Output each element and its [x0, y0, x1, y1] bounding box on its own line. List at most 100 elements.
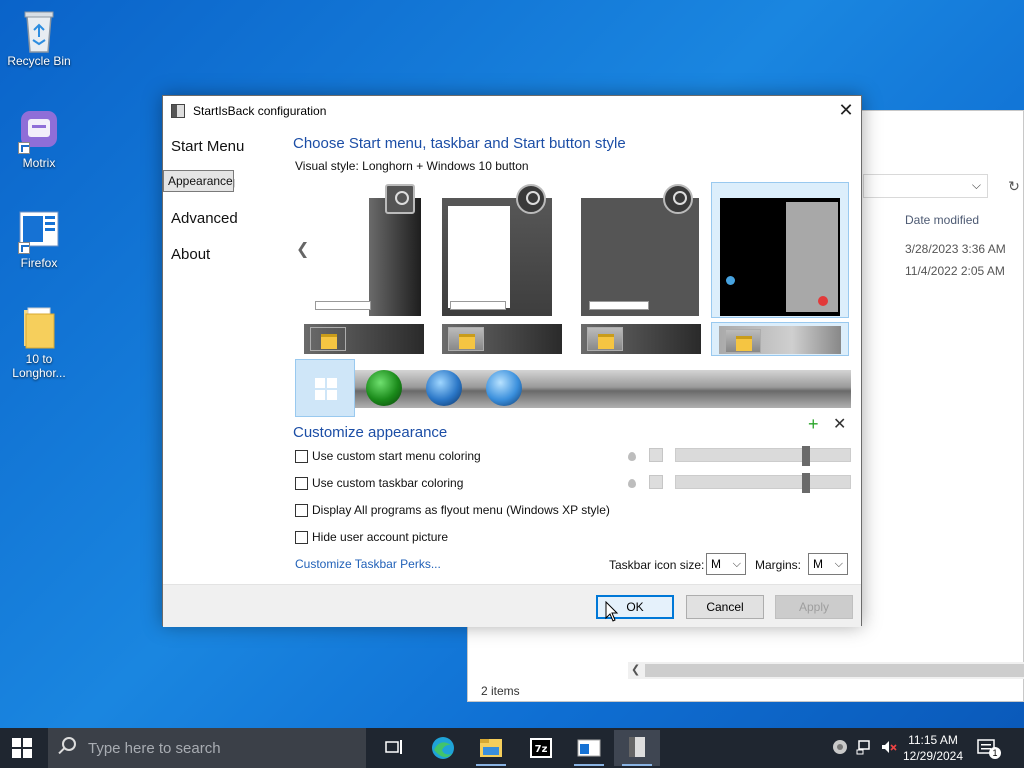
search-box-preview	[450, 301, 506, 310]
chevron-down-icon[interactable]: ⌵	[972, 178, 981, 193]
dialog-title: StartIsBack configuration	[193, 104, 327, 118]
taskbar-icon-size-select[interactable]: M ⌵	[706, 553, 746, 575]
taskbar: Type here to search 7z 11:15 AM 12/29/20…	[0, 728, 1024, 768]
chevron-down-icon: ⌵	[732, 558, 741, 570]
sidebar-item-appearance[interactable]: Appearance	[163, 170, 234, 192]
scroll-left-icon[interactable]: ❮	[631, 663, 640, 676]
taskbar-file-explorer[interactable]	[468, 730, 514, 766]
folder-icon	[18, 306, 60, 349]
start-button[interactable]	[12, 738, 32, 758]
scrollbar-thumb[interactable]	[645, 664, 1024, 677]
sidebar-item-about[interactable]: About	[163, 242, 287, 278]
checkbox-hide-user-picture[interactable]: Hide user account picture	[295, 530, 448, 544]
status-item-count: 2 items	[481, 684, 520, 698]
orb-preview-icon	[726, 276, 735, 285]
user-picture-icon	[385, 184, 415, 214]
list-item-date: 11/4/2022 2:05 AM	[905, 264, 1005, 278]
style-preview-1[interactable]	[313, 184, 421, 316]
color-drop-icon	[627, 450, 637, 462]
sidebar-nav: Start Menu Appearance Switching Advanced…	[163, 134, 287, 278]
windows10-logo-icon	[315, 378, 337, 400]
motrix-icon	[18, 110, 60, 154]
clock-time: 11:15 AM	[908, 733, 958, 747]
user-picture-icon	[516, 184, 546, 214]
shortcut-arrow-icon	[18, 142, 30, 154]
desktop-icon-recycle-bin[interactable]: Recycle Bin	[2, 8, 76, 68]
opacity-slider-taskbar[interactable]	[675, 473, 851, 493]
taskbar-7zip[interactable]: 7z	[518, 730, 564, 766]
style-preview-4-selected[interactable]	[720, 198, 840, 316]
7zip-icon: 7z	[530, 738, 552, 758]
address-bar[interactable]: ⌵	[863, 174, 988, 198]
color-drop-icon	[627, 477, 637, 489]
checkbox[interactable]	[295, 503, 308, 517]
slider-knob[interactable]	[802, 473, 810, 493]
select-value: M	[813, 557, 823, 571]
taskbar-style-preview-2[interactable]	[442, 324, 562, 354]
edge-icon	[432, 737, 454, 759]
desktop-icon-motrix[interactable]: Motrix	[2, 110, 76, 170]
folder-icon	[448, 327, 484, 351]
checkbox[interactable]	[295, 476, 308, 490]
action-center-button[interactable]: 1	[972, 730, 1002, 766]
shutdown-preview-icon	[818, 296, 828, 306]
chevron-left-icon[interactable]: ❮	[296, 239, 309, 259]
windows7-orb-alt-icon[interactable]	[486, 370, 522, 406]
task-view-button[interactable]	[370, 730, 416, 766]
cancel-button[interactable]: Cancel	[686, 595, 764, 619]
longhorn-orb-icon[interactable]	[366, 370, 402, 406]
add-icon[interactable]: +	[808, 414, 819, 435]
color-swatch-taskbar[interactable]	[649, 475, 663, 489]
sidebar-item-advanced[interactable]: Advanced	[163, 206, 287, 242]
style-preview-2[interactable]	[442, 184, 552, 316]
desktop-icon-firefox[interactable]: Firefox	[2, 210, 76, 270]
desktop-icon-label: Motrix	[22, 156, 56, 170]
checkbox-custom-start-menu-coloring[interactable]: Use custom start menu coloring	[295, 449, 481, 463]
taskbar-style-preview-3[interactable]	[581, 324, 701, 354]
network-icon[interactable]	[856, 738, 874, 759]
task-view-icon	[385, 740, 402, 754]
style-preview-3[interactable]	[581, 184, 699, 316]
taskbar-app-window[interactable]	[566, 730, 612, 766]
horizontal-scrollbar[interactable]: ❮	[628, 662, 1024, 679]
color-swatch-start-menu[interactable]	[649, 448, 663, 462]
remove-icon[interactable]: ✕	[833, 414, 846, 434]
taskbar-style-preview-4-selected[interactable]	[719, 326, 841, 354]
taskbar-clock[interactable]: 11:15 AM 12/29/2024	[898, 732, 968, 764]
desktop-icon-folder[interactable]: 10 to Longhor...	[2, 306, 76, 380]
margins-select[interactable]: M ⌵	[808, 553, 848, 575]
customize-taskbar-perks-link[interactable]: Customize Taskbar Perks...	[295, 557, 441, 571]
checkbox[interactable]	[295, 449, 308, 463]
menu-panel-preview	[448, 206, 510, 308]
folder-icon	[587, 327, 623, 351]
desktop-icon-label: 10 to Longhor...	[12, 352, 66, 380]
volume-muted-icon[interactable]	[880, 738, 898, 759]
desktop-icon-label: Firefox	[20, 256, 58, 270]
opacity-slider-start-menu[interactable]	[675, 446, 851, 466]
apply-button[interactable]: Apply	[775, 595, 853, 619]
section-heading-customize: Customize appearance	[293, 424, 448, 441]
slider-knob[interactable]	[802, 446, 810, 466]
checkbox-flyout-all-programs[interactable]: Display All programs as flyout menu (Win…	[295, 503, 610, 517]
folder-icon	[480, 739, 502, 757]
user-picture-icon	[663, 184, 693, 214]
desktop-icon-label: Recycle Bin	[7, 54, 71, 68]
search-box-preview	[589, 301, 649, 310]
checkbox-custom-taskbar-coloring[interactable]: Use custom taskbar coloring	[295, 476, 463, 490]
taskbar-style-preview-1[interactable]	[304, 324, 424, 354]
taskbar-search-box[interactable]: Type here to search	[48, 728, 366, 768]
shortcut-arrow-icon	[18, 242, 30, 254]
column-header-date-modified[interactable]: Date modified	[905, 213, 979, 227]
dialog-titlebar[interactable]: StartIsBack configuration ✕	[163, 96, 861, 126]
close-button[interactable]: ✕	[831, 96, 861, 126]
refresh-icon[interactable]: ↻	[1003, 174, 1024, 198]
taskbar-startisback[interactable]	[614, 730, 660, 766]
windows7-orb-icon[interactable]	[426, 370, 462, 406]
close-icon: ✕	[838, 100, 854, 120]
clock-date: 12/29/2024	[902, 749, 964, 763]
sidebar-item-start-menu[interactable]: Start Menu	[163, 134, 287, 170]
checkbox[interactable]	[295, 530, 308, 544]
taskbar-edge[interactable]	[420, 730, 466, 766]
window-app-icon	[577, 739, 601, 757]
network-status-icon[interactable]	[832, 738, 848, 759]
